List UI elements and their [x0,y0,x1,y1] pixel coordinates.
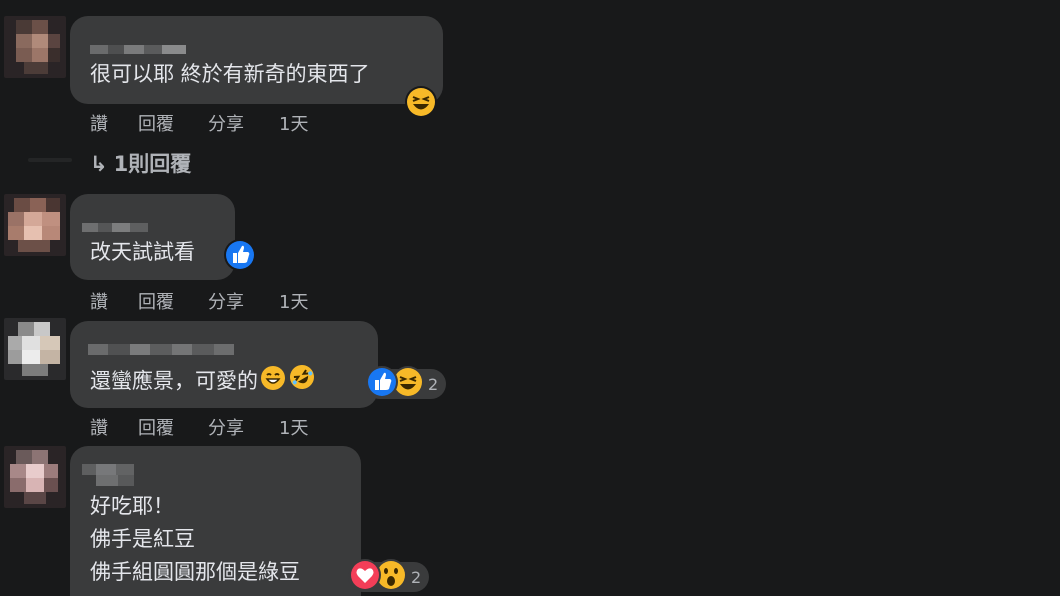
reaction-count: 2 [411,567,422,587]
comment-line: 佛手是紅豆 [90,527,195,551]
reply-link[interactable]: 回覆 [138,110,174,136]
comment-actions: 讚 回覆 分享 1天 [90,414,330,440]
thumbs-up-icon [223,238,257,276]
comment-line: 改天試試看 [90,240,195,264]
comment-bubble: 還蠻應景，可愛的 [70,321,378,408]
thread-line [28,158,72,162]
like-link[interactable]: 讚 [90,288,108,314]
reply-arrow-icon: ↳ [90,152,108,176]
comment-text: 還蠻應景，可愛的 [90,363,316,401]
avatar[interactable] [4,194,66,256]
view-replies-label: 1則回覆 [113,152,192,176]
comment-line: 很可以耶 終於有新奇的東西了 [90,62,370,86]
comment-bubble: 改天試試看 [70,194,235,280]
timestamp[interactable]: 1天 [279,414,308,440]
rolling-laughing-face-icon [288,363,316,401]
comment-text: 好吃耶！ 佛手是紅豆 佛手組圓圓那個是綠豆 [90,490,300,589]
comment-actions: 讚 回覆 分享 1天 [90,288,330,314]
view-replies-link[interactable]: ↳ 1則回覆 [90,148,191,178]
like-link[interactable]: 讚 [90,110,108,136]
timestamp[interactable]: 1天 [279,288,308,314]
comment-text: 很可以耶 終於有新奇的東西了 [90,58,370,91]
author-name[interactable] [82,464,134,486]
author-name[interactable] [90,42,186,54]
grinning-face-icon [260,365,286,401]
share-link[interactable]: 分享 [208,288,244,314]
laughing-face-icon [404,85,438,123]
author-name[interactable] [88,343,234,355]
comment-bubble: 很可以耶 終於有新奇的東西了 [70,16,443,104]
share-link[interactable]: 分享 [208,414,244,440]
comment-line: 還蠻應景，可愛的 [90,363,316,401]
avatar[interactable] [4,446,66,508]
comment-line: 好吃耶！ [90,494,174,518]
reply-link[interactable]: 回覆 [138,288,174,314]
comment-line: 佛手組圓圓那個是綠豆 [90,560,300,584]
avatar[interactable] [4,318,66,380]
reactions-summary[interactable]: 2 [348,559,430,592]
reactions-summary[interactable] [404,86,438,119]
reply-link[interactable]: 回覆 [138,414,174,440]
comment-text: 改天試試看 [90,236,195,269]
heart-icon [348,558,382,596]
reaction-count: 2 [428,374,439,394]
reactions-summary[interactable]: 2 [365,366,447,399]
like-link[interactable]: 讚 [90,414,108,440]
reactions-summary[interactable] [223,239,257,272]
thumbs-up-icon [365,365,399,403]
share-link[interactable]: 分享 [208,110,244,136]
timestamp[interactable]: 1天 [279,110,308,136]
avatar[interactable] [4,16,66,78]
comment-bubble: 好吃耶！ 佛手是紅豆 佛手組圓圓那個是綠豆 [70,446,361,596]
author-name[interactable] [82,220,148,232]
comment-actions: 讚 回覆 分享 1天 [90,110,330,136]
